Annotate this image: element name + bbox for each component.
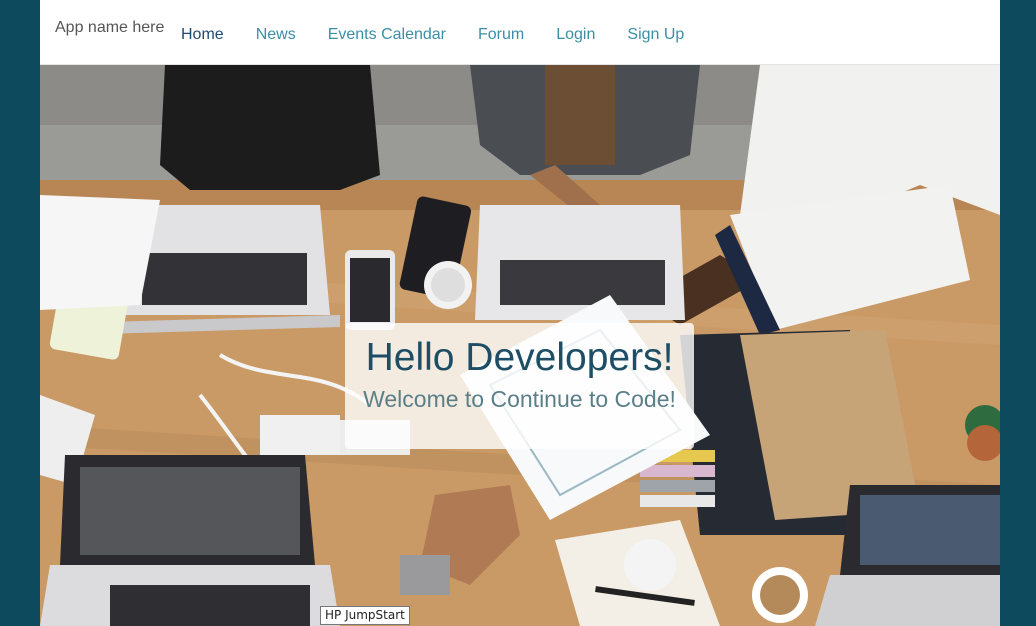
nav-item-news[interactable]: News: [256, 26, 296, 43]
nav-item-home[interactable]: Home: [181, 26, 224, 43]
nav-item-login[interactable]: Login: [556, 26, 595, 43]
taskbar-tooltip: HP JumpStart: [320, 606, 410, 625]
hero-subtitle: Welcome to Continue to Code!: [363, 386, 676, 412]
navbar: App name here Home News Events Calendar …: [40, 0, 1000, 65]
hero-banner: Hello Developers! Welcome to Continue to…: [40, 65, 1000, 626]
nav-menu: Home News Events Calendar Forum Login Si…: [181, 26, 684, 44]
hero-caption: Hello Developers! Welcome to Continue to…: [345, 323, 694, 449]
nav-item-forum[interactable]: Forum: [478, 26, 524, 43]
brand-name[interactable]: App name here: [55, 19, 164, 37]
hero-title: Hello Developers!: [365, 336, 674, 379]
page: App name here Home News Events Calendar …: [40, 0, 1000, 626]
nav-item-sign-up[interactable]: Sign Up: [627, 26, 684, 43]
nav-item-events-calendar[interactable]: Events Calendar: [328, 26, 446, 43]
